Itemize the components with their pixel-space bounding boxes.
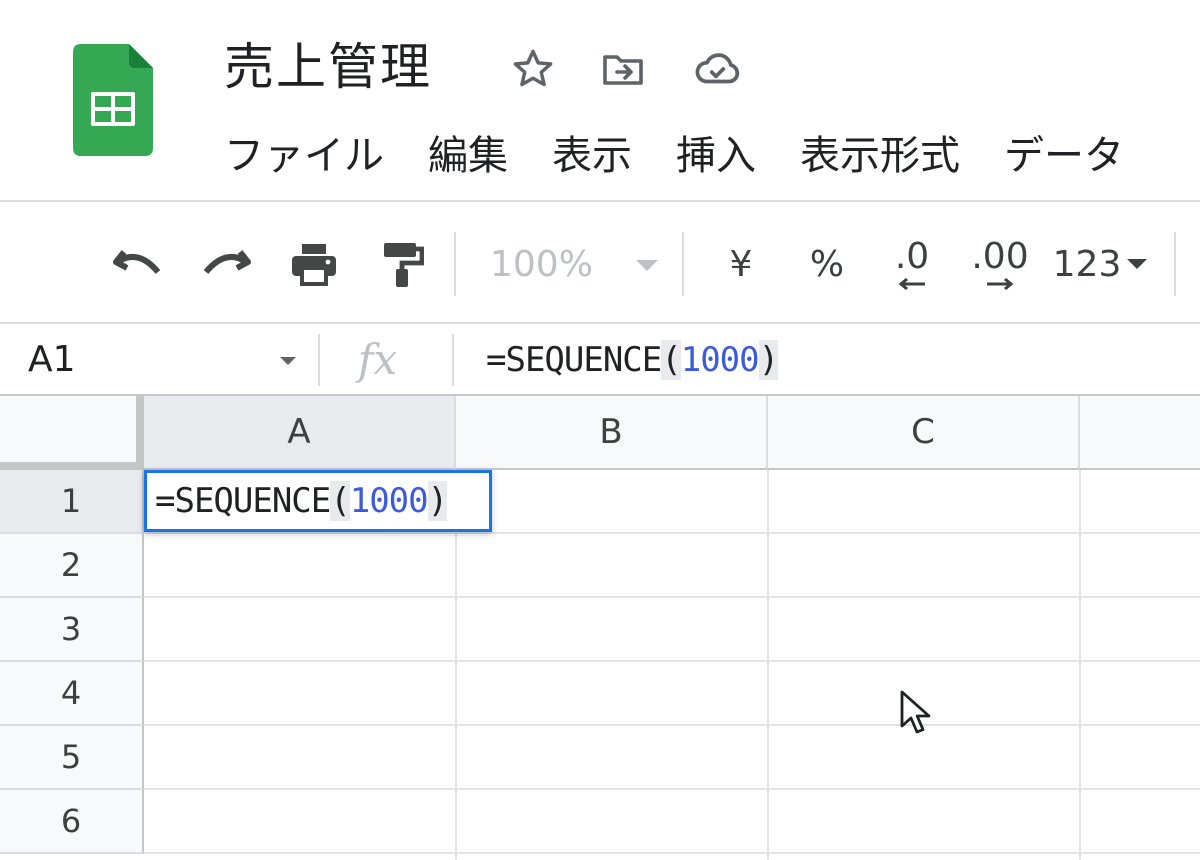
print-icon[interactable]: [284, 232, 344, 296]
star-icon[interactable]: [508, 44, 558, 94]
column-header-c[interactable]: C: [768, 396, 1080, 470]
grid-line: [144, 596, 1200, 598]
redo-icon[interactable]: [196, 232, 256, 296]
formula-input[interactable]: =SEQUENCE(1000): [486, 324, 779, 396]
decrease-decimal-label: .0: [894, 236, 930, 277]
chevron-down-icon: [636, 260, 658, 271]
move-to-folder-icon[interactable]: [598, 44, 648, 94]
zoom-value: 100%: [490, 243, 593, 285]
formula-close-paren: ): [758, 340, 779, 380]
row-header-4[interactable]: 4: [0, 662, 144, 726]
grid-line: [144, 788, 1200, 790]
menu-view[interactable]: 表示: [552, 124, 632, 188]
formula-function: =SEQUENCE: [486, 340, 662, 380]
toolbar-divider: [682, 232, 684, 296]
arrow-right-icon: [987, 277, 1014, 291]
more-formats-button[interactable]: 123: [1050, 232, 1150, 296]
column-header-b[interactable]: B: [456, 396, 768, 470]
toolbar-divider: [454, 232, 456, 296]
grid-line: [1079, 470, 1081, 860]
mouse-cursor-icon: [900, 690, 931, 734]
row-header-5[interactable]: 5: [0, 726, 144, 790]
grid-line: [144, 532, 1200, 534]
editor-function: =SEQUENCE: [155, 481, 331, 521]
document-title[interactable]: 売上管理: [224, 36, 432, 98]
formula-open-paren: (: [661, 340, 682, 380]
decrease-decimal-button[interactable]: .0: [882, 232, 942, 296]
row-header-3[interactable]: 3: [0, 598, 144, 662]
grid-line: [144, 660, 1200, 662]
name-box-dropdown-icon[interactable]: [280, 357, 296, 365]
menu-edit[interactable]: 編集: [428, 124, 508, 188]
grid-line: [767, 470, 769, 860]
editor-open-paren: (: [330, 481, 351, 521]
zoom-select[interactable]: 100%: [490, 232, 670, 296]
increase-decimal-label: .00: [971, 236, 1029, 277]
cloud-saved-icon[interactable]: [692, 44, 742, 94]
fx-icon: fx: [358, 335, 398, 384]
sheet-grid: A B C 1 2 3 4 5 6 =SEQUENCE(1000): [0, 396, 1200, 860]
undo-icon[interactable]: [108, 232, 168, 296]
menu-bar: ファイル 編集 表示 挿入 表示形式 データ: [224, 124, 1168, 188]
select-all-corner[interactable]: [0, 396, 144, 470]
chevron-down-icon: [1127, 259, 1148, 269]
row-header-6[interactable]: 6: [0, 790, 144, 854]
percent-label: %: [809, 243, 845, 285]
name-box[interactable]: A1: [28, 324, 76, 396]
row-header-1[interactable]: 1: [0, 470, 144, 534]
grid-line: [144, 724, 1200, 726]
format-percent-button[interactable]: %: [802, 232, 852, 296]
more-formats-label: 123: [1052, 243, 1122, 285]
formula-bar-divider: [452, 334, 454, 386]
arrow-left-icon: [898, 277, 925, 291]
column-header-d[interactable]: [1080, 396, 1200, 470]
toolbar-divider: [1174, 232, 1176, 296]
toolbar: 100% ¥ % .0 .00 123: [0, 200, 1200, 324]
cell-a1-editor[interactable]: =SEQUENCE(1000): [144, 470, 492, 532]
column-header-a[interactable]: A: [144, 396, 456, 470]
grid-line: [144, 852, 1200, 854]
menu-format[interactable]: 表示形式: [800, 124, 960, 188]
editor-close-paren: ): [427, 481, 448, 521]
sheets-logo-icon[interactable]: [73, 44, 153, 156]
title-bar: 売上管理 ファイル 編集 表示 挿入 表示形式 データ: [0, 0, 1200, 200]
currency-label: ¥: [729, 243, 753, 285]
increase-decimal-button[interactable]: .00: [964, 232, 1036, 296]
formula-argument: 1000: [680, 340, 760, 380]
format-currency-button[interactable]: ¥: [716, 232, 766, 296]
menu-file[interactable]: ファイル: [224, 124, 384, 188]
menu-data[interactable]: データ: [1004, 124, 1124, 188]
menu-insert[interactable]: 挿入: [676, 124, 756, 188]
editor-argument: 1000: [349, 481, 429, 521]
row-header-2[interactable]: 2: [0, 534, 144, 598]
paint-format-icon[interactable]: [372, 232, 432, 296]
formula-bar-divider: [318, 334, 320, 386]
formula-bar: A1 fx =SEQUENCE(1000): [0, 324, 1200, 396]
